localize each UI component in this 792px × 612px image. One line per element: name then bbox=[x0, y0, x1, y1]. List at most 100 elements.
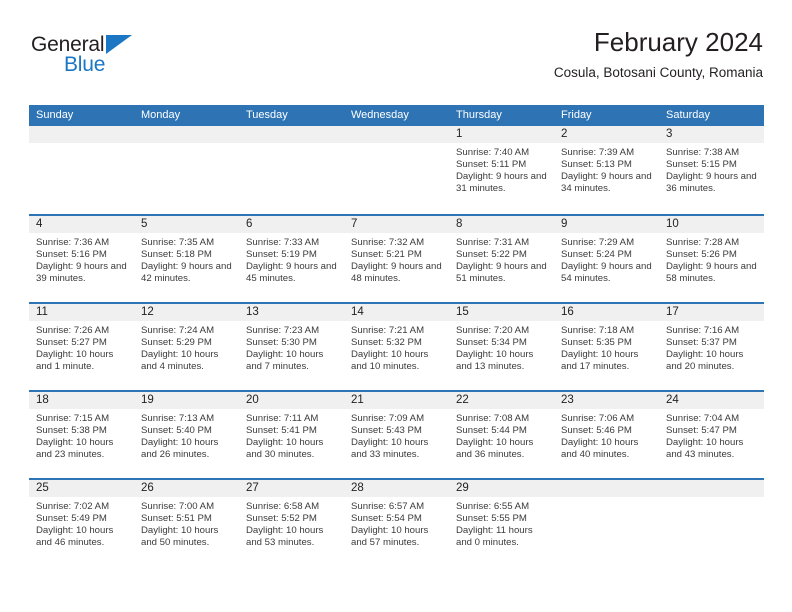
sunrise-text: Sunrise: 7:39 AM bbox=[561, 147, 635, 158]
sunset-text: Sunset: 5:35 PM bbox=[561, 337, 632, 349]
calendar-day-cell[interactable]: 14 Sunrise: 7:21 AM Sunset: 5:32 PM Dayligh… bbox=[344, 304, 449, 390]
day-number bbox=[134, 126, 239, 143]
page-header: General Blue February 2024 Cosula, Botos… bbox=[29, 26, 763, 98]
day-number: 15 bbox=[449, 304, 554, 321]
daylight-text: Daylight: 9 hours and 54 minutes. bbox=[561, 261, 652, 285]
sunrise-text: Sunrise: 7:24 AM bbox=[141, 325, 215, 336]
sunrise-text: Sunrise: 7:38 AM bbox=[666, 147, 740, 158]
calendar-day-cell[interactable]: 3 Sunrise: 7:38 AM Sunset: 5:15 PM Daylight… bbox=[659, 126, 764, 214]
calendar-day-cell[interactable]: 26 Sunrise: 7:00 AM Sunset: 5:51 PM Dayligh… bbox=[134, 480, 239, 566]
calendar-week-row: 25 Sunrise: 7:02 AM Sunset: 5:49 PM Dayligh… bbox=[29, 478, 764, 566]
weekday-header-monday: Monday bbox=[141, 109, 181, 121]
sunset-text: Sunset: 5:21 PM bbox=[351, 249, 422, 261]
calendar-day-cell[interactable]: 20 Sunrise: 7:11 AM Sunset: 5:41 PM Dayligh… bbox=[239, 392, 344, 478]
day-number: 22 bbox=[449, 392, 554, 409]
day-number: 26 bbox=[134, 480, 239, 497]
calendar-day-cell[interactable]: 11 Sunrise: 7:26 AM Sunset: 5:27 PM Dayligh… bbox=[29, 304, 134, 390]
sunrise-text: Sunrise: 7:32 AM bbox=[351, 237, 425, 248]
calendar-week-row: 1 Sunrise: 7:40 AM Sunset: 5:11 PM Daylight… bbox=[29, 126, 764, 214]
calendar-day-cell[interactable]: 27 Sunrise: 6:58 AM Sunset: 5:52 PM Dayligh… bbox=[239, 480, 344, 566]
day-sun-info: Sunrise: 7:02 AM Sunset: 5:49 PM Daylight:… bbox=[29, 497, 134, 549]
day-number bbox=[659, 480, 764, 497]
logo-text-blue: Blue bbox=[64, 53, 106, 76]
calendar-day-cell[interactable]: 24 Sunrise: 7:04 AM Sunset: 5:47 PM Dayligh… bbox=[659, 392, 764, 478]
day-number: 6 bbox=[239, 216, 344, 233]
calendar-day-cell[interactable]: 8 Sunrise: 7:31 AM Sunset: 5:22 PM Daylight… bbox=[449, 216, 554, 302]
sunrise-text: Sunrise: 7:20 AM bbox=[456, 325, 530, 336]
calendar-week-row: 4 Sunrise: 7:36 AM Sunset: 5:16 PM Daylight… bbox=[29, 214, 764, 302]
day-sun-info: Sunrise: 7:00 AM Sunset: 5:51 PM Daylight:… bbox=[134, 497, 239, 549]
day-number: 13 bbox=[239, 304, 344, 321]
weekday-header-sunday: Sunday bbox=[36, 109, 74, 121]
sunset-text: Sunset: 5:47 PM bbox=[666, 425, 737, 437]
sunrise-text: Sunrise: 7:36 AM bbox=[36, 237, 110, 248]
calendar-day-cell[interactable]: 2 Sunrise: 7:39 AM Sunset: 5:13 PM Daylight… bbox=[554, 126, 659, 214]
daylight-text: Daylight: 9 hours and 36 minutes. bbox=[666, 171, 757, 195]
sunset-text: Sunset: 5:26 PM bbox=[666, 249, 737, 261]
calendar-empty-cell bbox=[554, 480, 659, 566]
day-sun-info: Sunrise: 7:35 AM Sunset: 5:18 PM Daylight:… bbox=[134, 233, 239, 285]
sunset-text: Sunset: 5:44 PM bbox=[456, 425, 527, 437]
calendar-empty-cell bbox=[29, 126, 134, 214]
page-title: February 2024 bbox=[593, 27, 763, 57]
calendar-day-cell[interactable]: 10 Sunrise: 7:28 AM Sunset: 5:26 PM Dayligh… bbox=[659, 216, 764, 302]
sunrise-text: Sunrise: 7:26 AM bbox=[36, 325, 110, 336]
calendar-day-cell[interactable]: 15 Sunrise: 7:20 AM Sunset: 5:34 PM Dayligh… bbox=[449, 304, 554, 390]
sunrise-text: Sunrise: 7:28 AM bbox=[666, 237, 740, 248]
daylight-text: Daylight: 9 hours and 34 minutes. bbox=[561, 171, 652, 195]
daylight-text: Daylight: 9 hours and 39 minutes. bbox=[36, 261, 127, 285]
sunset-text: Sunset: 5:32 PM bbox=[351, 337, 422, 349]
daylight-text: Daylight: 10 hours and 53 minutes. bbox=[246, 525, 324, 549]
calendar-day-cell[interactable]: 28 Sunrise: 6:57 AM Sunset: 5:54 PM Dayligh… bbox=[344, 480, 449, 566]
day-sun-info: Sunrise: 7:40 AM Sunset: 5:11 PM Daylight:… bbox=[449, 143, 554, 195]
daylight-text: Daylight: 10 hours and 10 minutes. bbox=[351, 349, 429, 373]
sunset-text: Sunset: 5:19 PM bbox=[246, 249, 317, 261]
day-sun-info: Sunrise: 7:08 AM Sunset: 5:44 PM Daylight:… bbox=[449, 409, 554, 461]
calendar-day-cell[interactable]: 22 Sunrise: 7:08 AM Sunset: 5:44 PM Dayligh… bbox=[449, 392, 554, 478]
title-block: February 2024 Cosula, Botosani County, R… bbox=[554, 26, 763, 83]
calendar-day-cell[interactable]: 9 Sunrise: 7:29 AM Sunset: 5:24 PM Daylight… bbox=[554, 216, 659, 302]
calendar-day-cell[interactable]: 23 Sunrise: 7:06 AM Sunset: 5:46 PM Dayligh… bbox=[554, 392, 659, 478]
day-number: 24 bbox=[659, 392, 764, 409]
calendar-day-cell[interactable]: 21 Sunrise: 7:09 AM Sunset: 5:43 PM Dayligh… bbox=[344, 392, 449, 478]
sunrise-text: Sunrise: 7:33 AM bbox=[246, 237, 320, 248]
calendar-day-cell[interactable]: 6 Sunrise: 7:33 AM Sunset: 5:19 PM Daylight… bbox=[239, 216, 344, 302]
daylight-text: Daylight: 11 hours and 0 minutes. bbox=[456, 525, 533, 549]
sunset-text: Sunset: 5:55 PM bbox=[456, 513, 527, 525]
day-number bbox=[239, 126, 344, 143]
day-number bbox=[344, 126, 449, 143]
sunset-text: Sunset: 5:13 PM bbox=[561, 159, 632, 171]
sunset-text: Sunset: 5:22 PM bbox=[456, 249, 527, 261]
day-sun-info: Sunrise: 7:39 AM Sunset: 5:13 PM Daylight:… bbox=[554, 143, 659, 195]
day-number: 9 bbox=[554, 216, 659, 233]
calendar-day-cell[interactable]: 29 Sunrise: 6:55 AM Sunset: 5:55 PM Dayligh… bbox=[449, 480, 554, 566]
sunset-text: Sunset: 5:49 PM bbox=[36, 513, 107, 525]
calendar-day-cell[interactable]: 7 Sunrise: 7:32 AM Sunset: 5:21 PM Daylight… bbox=[344, 216, 449, 302]
day-sun-info: Sunrise: 7:32 AM Sunset: 5:21 PM Daylight:… bbox=[344, 233, 449, 285]
sunrise-text: Sunrise: 7:29 AM bbox=[561, 237, 635, 248]
day-number: 3 bbox=[659, 126, 764, 143]
day-sun-info: Sunrise: 7:11 AM Sunset: 5:41 PM Daylight:… bbox=[239, 409, 344, 461]
calendar-day-cell[interactable]: 5 Sunrise: 7:35 AM Sunset: 5:18 PM Daylight… bbox=[134, 216, 239, 302]
calendar-day-cell[interactable]: 19 Sunrise: 7:13 AM Sunset: 5:40 PM Dayligh… bbox=[134, 392, 239, 478]
sunrise-text: Sunrise: 7:13 AM bbox=[141, 413, 215, 424]
calendar-day-cell[interactable]: 25 Sunrise: 7:02 AM Sunset: 5:49 PM Dayligh… bbox=[29, 480, 134, 566]
daylight-text: Daylight: 10 hours and 20 minutes. bbox=[666, 349, 744, 373]
calendar-day-cell[interactable]: 18 Sunrise: 7:15 AM Sunset: 5:38 PM Dayligh… bbox=[29, 392, 134, 478]
daylight-text: Daylight: 9 hours and 31 minutes. bbox=[456, 171, 547, 195]
daylight-text: Daylight: 10 hours and 46 minutes. bbox=[36, 525, 114, 549]
calendar-day-cell[interactable]: 4 Sunrise: 7:36 AM Sunset: 5:16 PM Daylight… bbox=[29, 216, 134, 302]
calendar-day-cell[interactable]: 12 Sunrise: 7:24 AM Sunset: 5:29 PM Dayligh… bbox=[134, 304, 239, 390]
day-number: 17 bbox=[659, 304, 764, 321]
calendar-day-cell[interactable]: 13 Sunrise: 7:23 AM Sunset: 5:30 PM Dayligh… bbox=[239, 304, 344, 390]
day-number: 20 bbox=[239, 392, 344, 409]
calendar-day-cell[interactable]: 16 Sunrise: 7:18 AM Sunset: 5:35 PM Dayligh… bbox=[554, 304, 659, 390]
calendar-day-cell[interactable]: 1 Sunrise: 7:40 AM Sunset: 5:11 PM Daylight… bbox=[449, 126, 554, 214]
sunset-text: Sunset: 5:41 PM bbox=[246, 425, 317, 437]
weekday-header-thursday: Thursday bbox=[456, 109, 502, 121]
sunset-text: Sunset: 5:15 PM bbox=[666, 159, 737, 171]
day-sun-info: Sunrise: 7:09 AM Sunset: 5:43 PM Daylight:… bbox=[344, 409, 449, 461]
day-number: 8 bbox=[449, 216, 554, 233]
day-sun-info: Sunrise: 7:36 AM Sunset: 5:16 PM Daylight:… bbox=[29, 233, 134, 285]
calendar-day-cell[interactable]: 17 Sunrise: 7:16 AM Sunset: 5:37 PM Dayligh… bbox=[659, 304, 764, 390]
